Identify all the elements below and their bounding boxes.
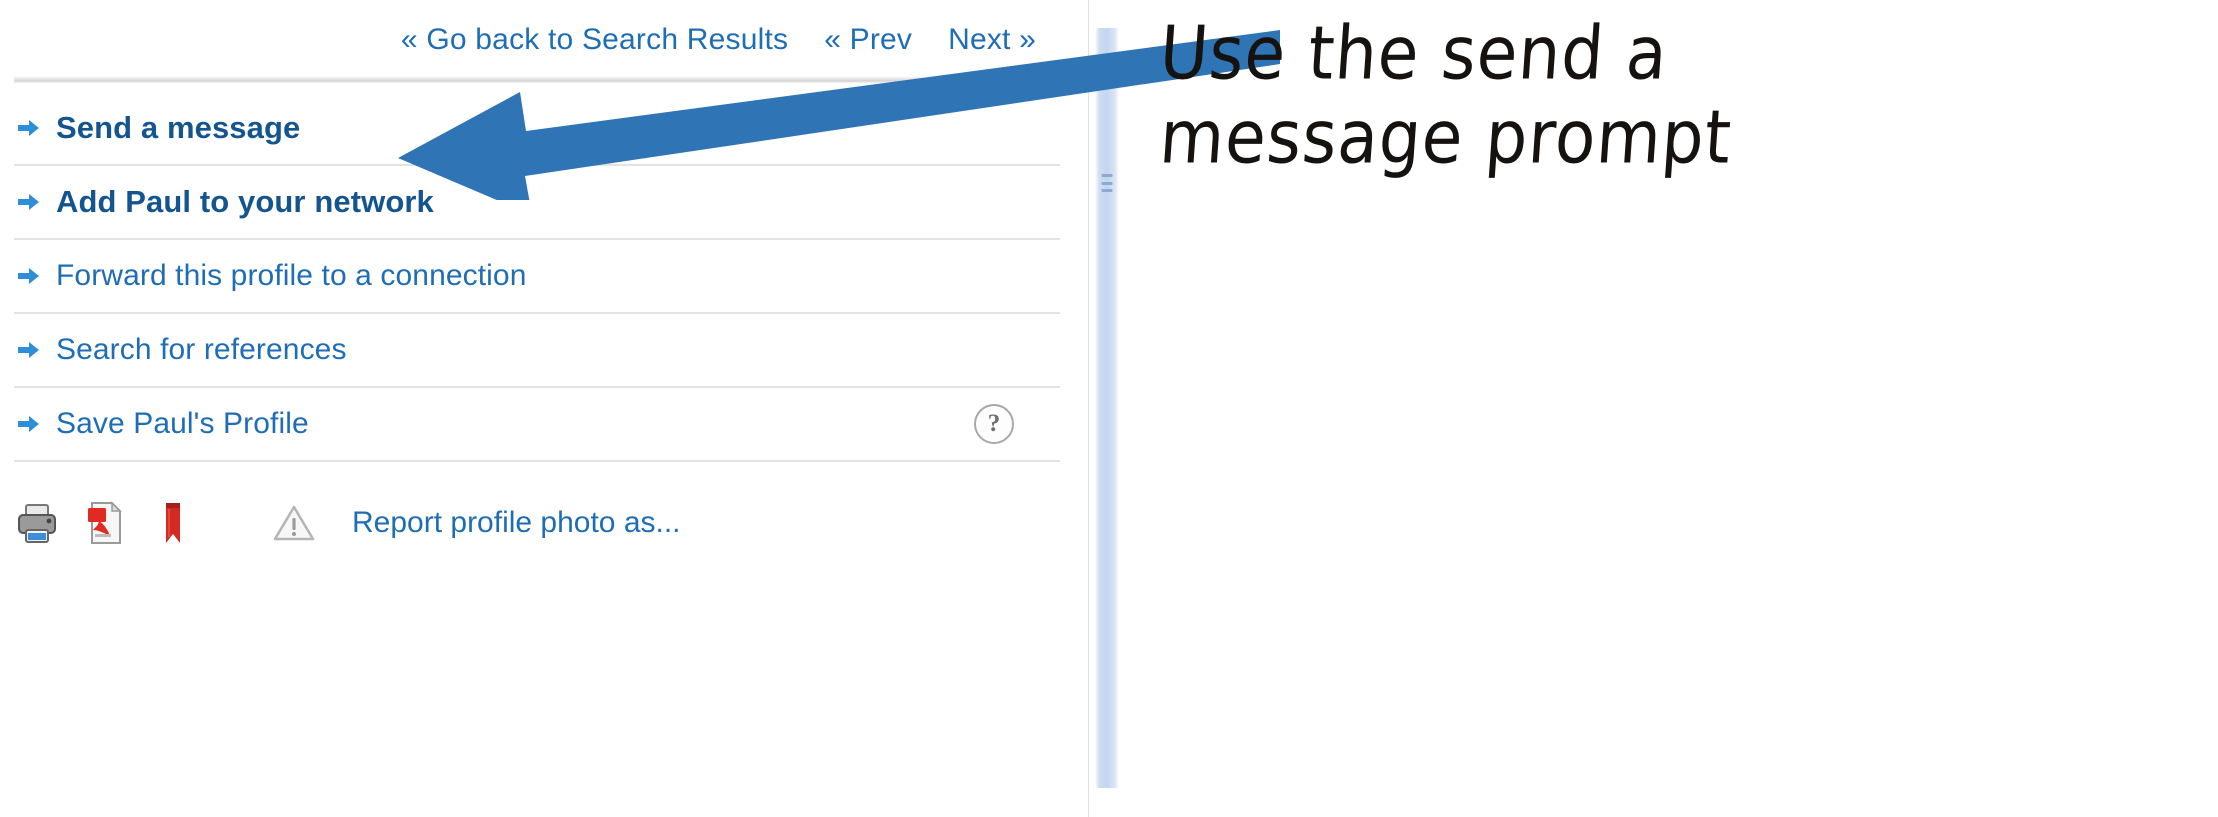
link-next[interactable]: Next » xyxy=(948,23,1036,57)
action-row-search-for-references[interactable]: Search for references xyxy=(14,314,1060,388)
action-label-add-to-network: Add Paul to your network xyxy=(56,184,434,219)
action-row-send-a-message[interactable]: Send a message xyxy=(14,92,1060,166)
screenshot-root: « Go back to Search Results « Prev Next … xyxy=(0,0,2218,817)
action-row-save-profile[interactable]: Save Paul's Profile ? xyxy=(14,388,1060,462)
printer-icon[interactable] xyxy=(14,500,60,546)
action-label-save-profile: Save Paul's Profile xyxy=(56,407,309,440)
arrow-right-bullet-icon xyxy=(16,411,50,437)
scrollbar-thumb[interactable] xyxy=(1095,28,1119,788)
report-profile-photo-label[interactable]: Report profile photo as... xyxy=(352,506,681,540)
action-row-add-to-network[interactable]: Add Paul to your network xyxy=(14,166,1060,240)
arrow-right-bullet-icon xyxy=(16,189,50,215)
pdf-icon[interactable] xyxy=(82,500,128,546)
link-prev[interactable]: « Prev xyxy=(824,23,912,57)
action-list: Send a message Add Paul to your network … xyxy=(14,92,1060,462)
link-go-back-to-search-results[interactable]: « Go back to Search Results xyxy=(401,23,788,57)
utility-icon-row: Report profile photo as... xyxy=(14,478,1060,568)
vertical-scrollbar[interactable] xyxy=(1088,0,1124,817)
warning-triangle-icon[interactable] xyxy=(270,499,318,547)
annotation-line-2: message prompt xyxy=(1157,94,1735,182)
scrollbar-grip-icon xyxy=(1101,174,1113,192)
annotation-text: Use the send a message prompt xyxy=(1157,10,2190,181)
action-label-send-a-message: Send a message xyxy=(56,110,301,145)
nav-separator xyxy=(14,76,1060,83)
action-label-search-for-references: Search for references xyxy=(56,333,347,366)
arrow-right-bullet-icon xyxy=(16,115,50,141)
action-row-forward-profile[interactable]: Forward this profile to a connection xyxy=(14,240,1060,314)
profile-action-panel: « Go back to Search Results « Prev Next … xyxy=(0,0,1088,817)
arrow-right-bullet-icon xyxy=(16,263,50,289)
profile-navigation-links: « Go back to Search Results « Prev Next … xyxy=(0,12,1060,68)
bookmark-icon[interactable] xyxy=(150,500,196,546)
arrow-right-bullet-icon xyxy=(16,337,50,363)
help-question-icon[interactable]: ? xyxy=(974,404,1014,444)
action-label-forward-profile: Forward this profile to a connection xyxy=(56,259,527,292)
annotation-line-1: Use the send a xyxy=(1157,10,1671,97)
